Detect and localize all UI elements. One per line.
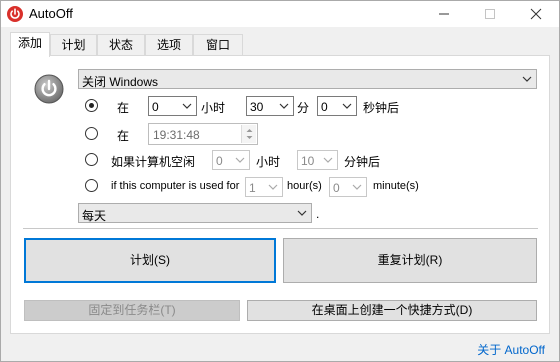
chevron-down-icon [342, 103, 352, 109]
idle-hours-dropdown[interactable]: 0 [212, 150, 250, 170]
app-window: AutoOff 添加 计划 状态 选项 窗口 关闭 Windows 在 0 小时… [0, 0, 560, 362]
window-title: AutoOff [29, 6, 73, 21]
close-button[interactable] [513, 1, 559, 27]
used-prefix-label: if this computer is used for [111, 180, 240, 192]
create-shortcut-button[interactable]: 在桌面上创建一个快捷方式(D) [247, 300, 537, 321]
used-minutes-dropdown[interactable]: 0 [329, 177, 367, 197]
after-prefix-label: 在 [117, 101, 130, 115]
tab-options[interactable]: 选项 [145, 34, 193, 56]
chevron-down-icon [268, 184, 278, 190]
radio-at-time[interactable] [85, 127, 98, 140]
minimize-icon [439, 13, 449, 15]
used-hours-value: 1 [249, 181, 256, 195]
idle-minutes-dropdown[interactable]: 10 [297, 150, 338, 170]
close-icon [530, 8, 542, 20]
title-bar: AutoOff [1, 1, 559, 27]
chevron-down-icon [323, 157, 333, 163]
power-icon [7, 6, 23, 22]
minimize-button[interactable] [421, 1, 467, 27]
after-seconds-dropdown[interactable]: 0 [317, 96, 357, 116]
idle-hours-label: 小时 [256, 155, 281, 169]
maximize-icon [485, 9, 495, 19]
chevron-down-icon [279, 103, 289, 109]
repeat-schedule-button[interactable]: 重复计划(R) [283, 238, 537, 283]
chevron-down-icon [235, 157, 245, 163]
action-dropdown[interactable]: 关闭 Windows [78, 69, 537, 89]
after-hours-label: 小时 [201, 101, 226, 115]
action-dropdown-value: 关闭 Windows [82, 75, 159, 89]
after-minutes-dropdown[interactable]: 30 [246, 96, 294, 116]
radio-if-used[interactable] [85, 179, 98, 192]
after-hours-value: 0 [152, 100, 159, 114]
repeat-suffix: . [316, 207, 320, 221]
time-spin-buttons[interactable] [241, 125, 256, 143]
chevron-down-icon [182, 103, 192, 109]
after-seconds-value: 0 [321, 100, 328, 114]
chevron-down-icon [352, 184, 362, 190]
idle-prefix-label: 如果计算机空闲 [111, 155, 196, 169]
pin-taskbar-button: 固定到任务栏(T) [24, 300, 240, 321]
after-minutes-value: 30 [250, 100, 264, 114]
power-icon [34, 74, 64, 104]
idle-minutes-value: 10 [301, 154, 315, 168]
repeat-dropdown[interactable]: 每天 [78, 203, 312, 223]
radio-after-duration[interactable] [85, 99, 98, 112]
separator [23, 228, 538, 229]
idle-minutes-label: 分钟后 [344, 155, 381, 169]
tab-add[interactable]: 添加 [10, 32, 50, 57]
after-hours-dropdown[interactable]: 0 [148, 96, 197, 116]
about-link[interactable]: 关于 AutoOff [477, 341, 545, 358]
idle-hours-value: 0 [216, 154, 223, 168]
after-seconds-label: 秒钟后 [363, 101, 400, 115]
chevron-down-icon [522, 76, 532, 82]
after-minutes-label: 分 [297, 101, 310, 115]
tab-status[interactable]: 状态 [97, 34, 145, 56]
used-hours-dropdown[interactable]: 1 [245, 177, 283, 197]
tab-window[interactable]: 窗口 [193, 34, 243, 56]
add-panel: 关闭 Windows 在 0 小时 30 分 0 秒钟后 在 19:31:48 [10, 55, 550, 334]
chevron-down-icon [297, 210, 307, 216]
at-time-value: 19:31:48 [153, 128, 200, 142]
used-hours-label: hour(s) [287, 180, 322, 192]
at-time-picker[interactable]: 19:31:48 [148, 123, 258, 145]
repeat-dropdown-value: 每天 [82, 209, 107, 223]
used-minutes-value: 0 [333, 181, 340, 195]
at-time-prefix-label: 在 [117, 129, 130, 143]
maximize-button [467, 1, 513, 27]
spin-arrows-icon [246, 129, 253, 139]
schedule-button[interactable]: 计划(S) [24, 238, 276, 283]
tab-schedule[interactable]: 计划 [50, 34, 97, 56]
used-minutes-label: minute(s) [373, 180, 419, 192]
radio-if-idle[interactable] [85, 153, 98, 166]
